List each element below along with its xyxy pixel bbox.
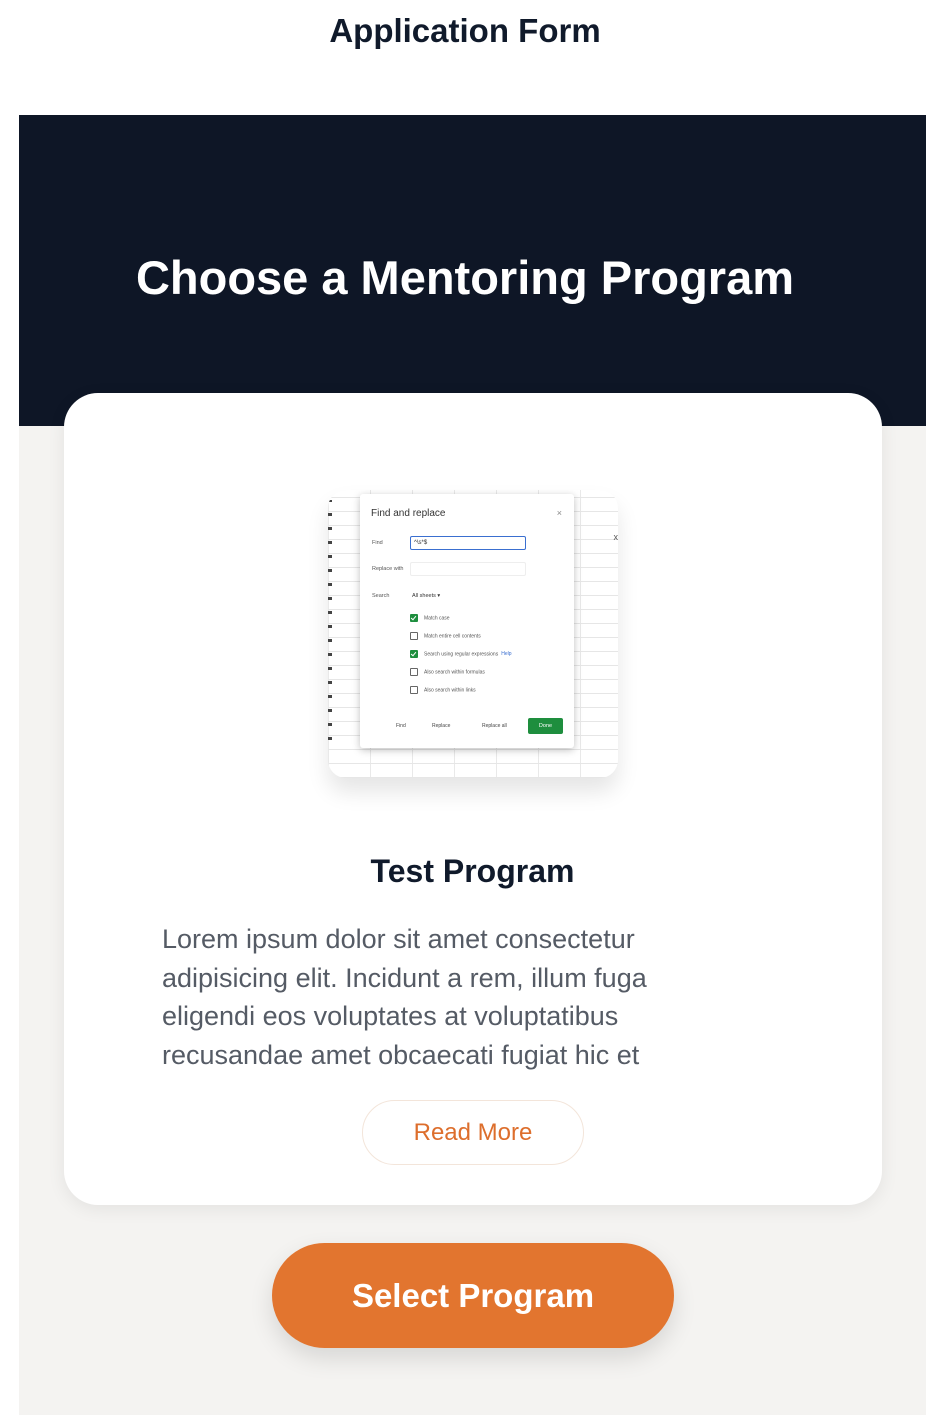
find-replace-dialog: Find and replace × Find ^\s*$ Replace wi… [360, 494, 574, 748]
checkbox-icon [410, 632, 418, 640]
spreadsheet-close-mark: x [613, 532, 619, 542]
option-entire-cell: Match entire cell contents [410, 632, 481, 641]
option-links: Also search within links [410, 686, 476, 695]
hero-heading: Choose a Mentoring Program [135, 251, 795, 304]
replace-label: Replace with [372, 566, 404, 572]
replace-input [410, 562, 526, 576]
search-scope-select: All sheets ▾ [412, 593, 441, 599]
help-link: Help [501, 651, 512, 658]
checkbox-checked-icon [410, 614, 418, 622]
find-input: ^\s*$ [410, 536, 526, 550]
page-title: Application Form [329, 12, 601, 49]
search-label: Search [372, 593, 390, 599]
option-label: Search using regular expressions [424, 651, 499, 658]
checkbox-checked-icon [410, 650, 418, 658]
checkbox-icon [410, 668, 418, 676]
spreadsheet-row-headers [328, 500, 332, 740]
dialog-replace-button: Replace [432, 723, 451, 729]
option-regex: Search using regular expressions Help [410, 650, 512, 659]
option-label: Also search within formulas [424, 669, 485, 676]
select-program-button[interactable]: Select Program [272, 1243, 674, 1348]
option-label: Also search within links [424, 687, 476, 694]
dialog-title: Find and replace [371, 508, 446, 519]
find-label: Find [372, 540, 383, 546]
option-label: Match entire cell contents [424, 633, 481, 640]
dialog-done-button: Done [528, 718, 563, 734]
close-icon: × [556, 508, 562, 518]
dialog-find-button: Find [396, 723, 406, 729]
checkbox-icon [410, 686, 418, 694]
option-label: Match case [424, 615, 450, 622]
read-more-button[interactable]: Read More [362, 1100, 584, 1165]
program-title: Test Program [370, 853, 575, 889]
option-match-case: Match case [410, 614, 450, 623]
program-description: Lorem ipsum dolor sit amet consectetur a… [162, 924, 647, 1070]
option-formulas: Also search within formulas [410, 668, 485, 677]
program-thumbnail: x Find and replace × Find ^\s*$ Replace … [328, 490, 618, 778]
dialog-replace-all-button: Replace all [482, 723, 507, 729]
